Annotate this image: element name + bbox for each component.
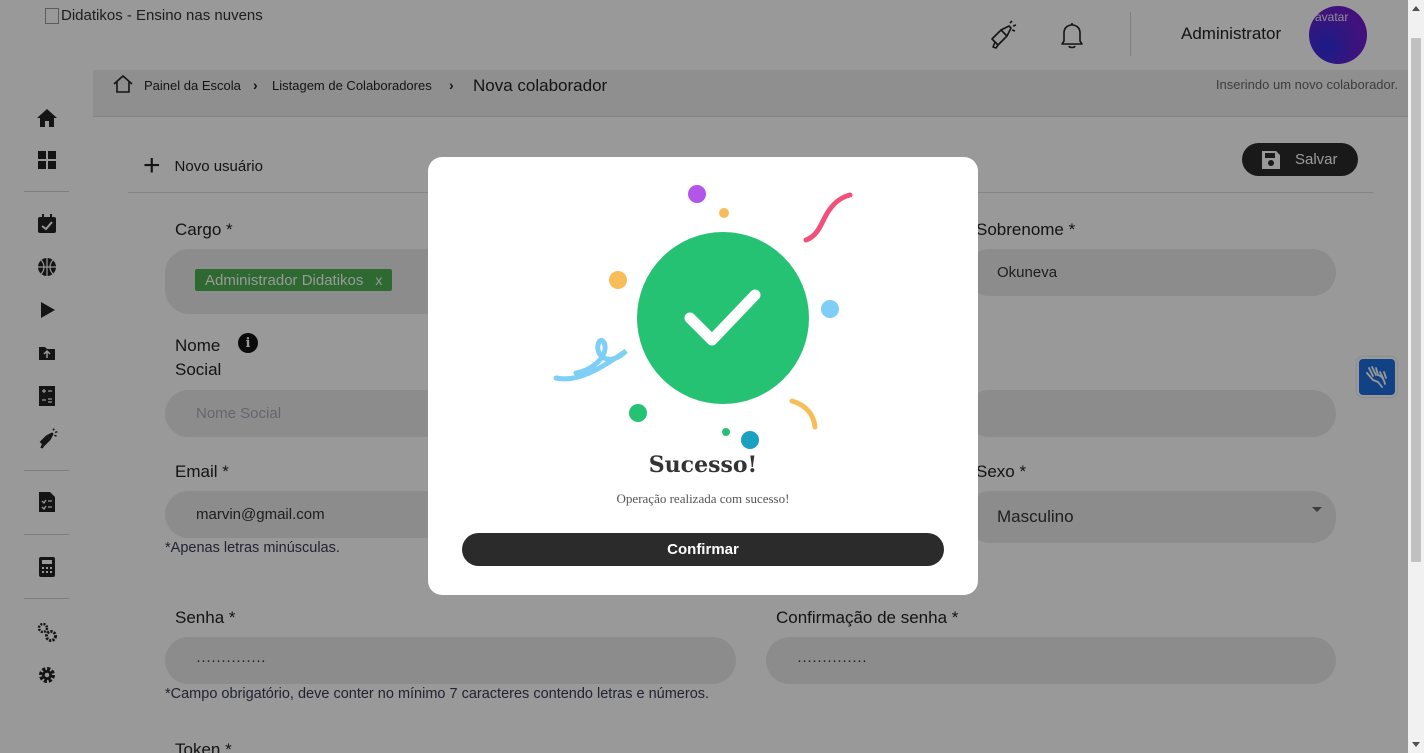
confetti-dot: [688, 185, 706, 203]
confetti-dot: [821, 300, 839, 318]
dialog-title: Sucesso!: [648, 452, 758, 478]
success-circle: [637, 232, 809, 404]
confetti-dot: [741, 431, 759, 449]
success-dialog: Sucesso! Operação realizada com sucesso!…: [428, 157, 978, 595]
confirm-button[interactable]: Confirmar: [462, 533, 944, 566]
confetti-streamer: [789, 398, 818, 430]
scrollbar[interactable]: [1408, 0, 1424, 753]
confetti-streamer: [553, 338, 628, 382]
dialog-message: Operação realizada com sucesso!: [616, 491, 790, 506]
scrollbar-thumb[interactable]: [1411, 38, 1421, 562]
confetti-dot: [609, 271, 627, 289]
scroll-down-arrow-icon[interactable]: [1412, 742, 1420, 747]
confetti-dot: [629, 404, 647, 422]
confetti-dot: [722, 428, 730, 436]
confetti-streamer: [803, 192, 853, 243]
success-illustration: [553, 185, 853, 449]
confetti-dot: [719, 208, 729, 218]
scroll-up-arrow-icon[interactable]: [1412, 6, 1420, 11]
